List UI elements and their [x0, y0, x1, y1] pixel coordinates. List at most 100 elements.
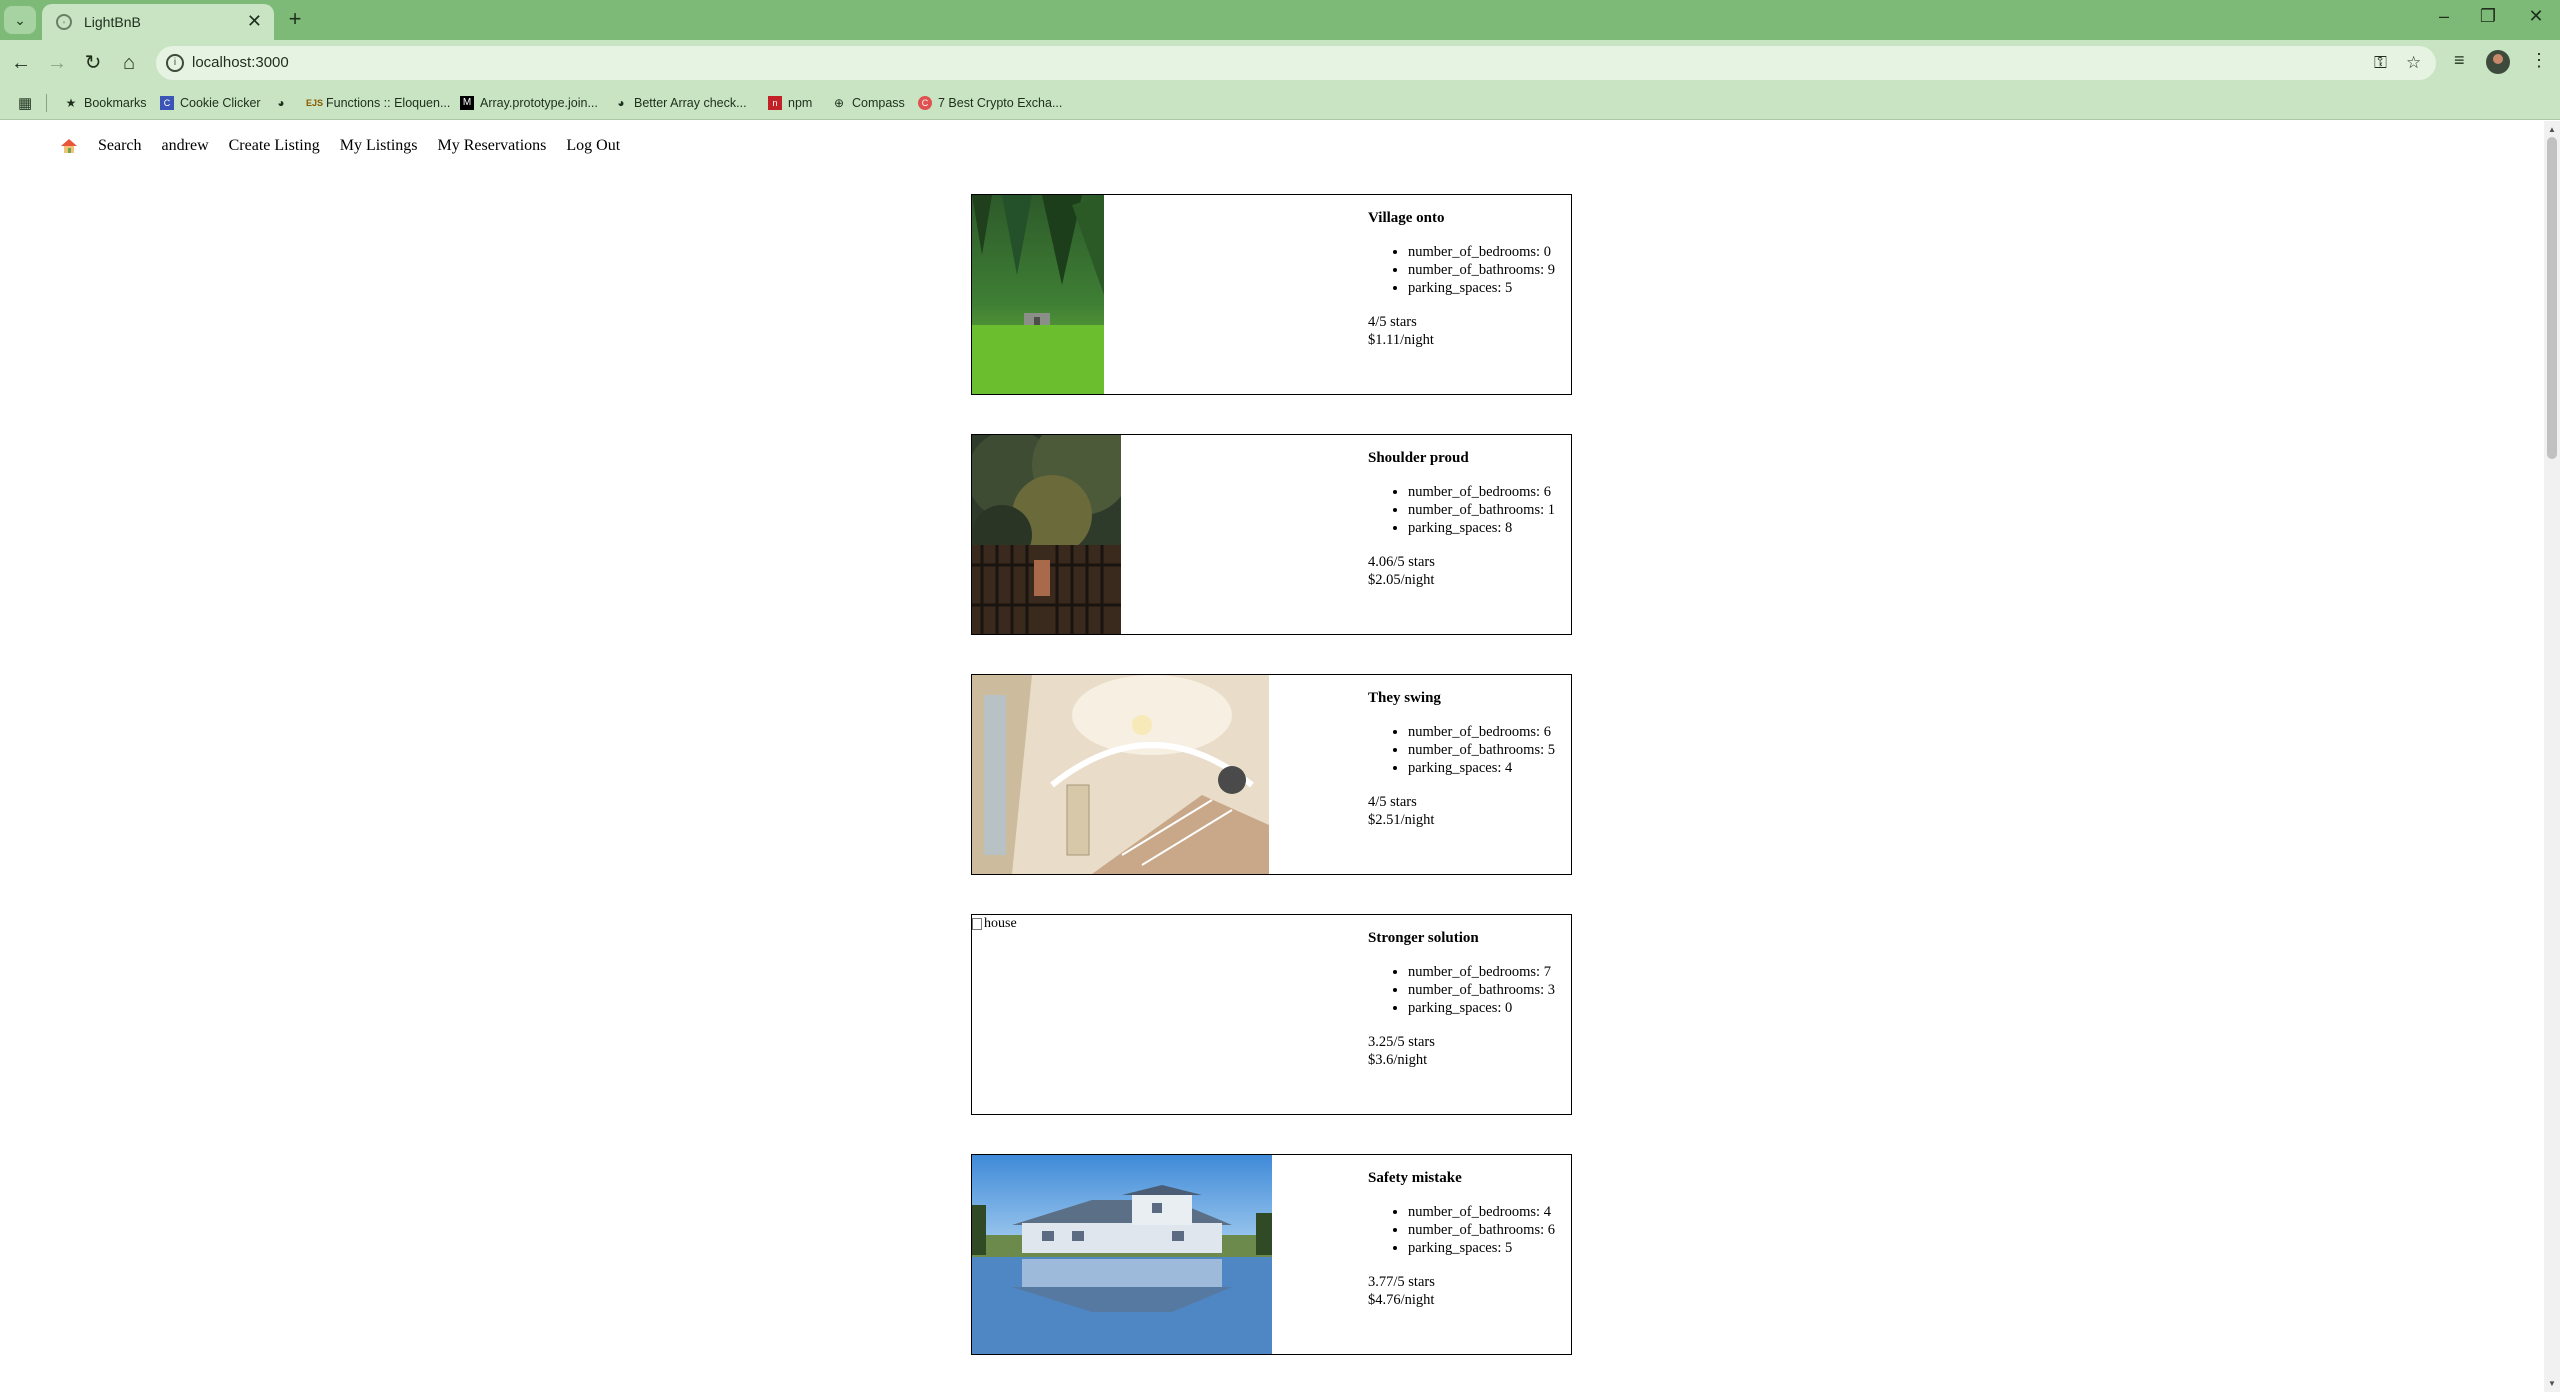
bookmark-item[interactable]: M Array.prototype.join...: [460, 92, 598, 114]
bathrooms-detail: number_of_bathrooms: 6: [1408, 1221, 1573, 1239]
bathrooms-detail: number_of_bathrooms: 3: [1408, 981, 1573, 999]
nav-log-out-link[interactable]: Log Out: [566, 137, 620, 155]
nav-user-link[interactable]: andrew: [162, 137, 209, 155]
cookie-clicker-favicon: C: [160, 96, 174, 110]
restore-button[interactable]: ❐: [2468, 6, 2508, 27]
site-info-icon[interactable]: i: [166, 54, 184, 72]
bedrooms-detail: number_of_bedrooms: 6: [1408, 483, 1573, 501]
bedrooms-detail: number_of_bedrooms: 0: [1408, 243, 1573, 261]
npm-favicon: n: [768, 96, 782, 110]
minimize-button[interactable]: –: [2424, 6, 2464, 27]
close-window-button[interactable]: ✕: [2516, 6, 2556, 27]
bookmarks-divider: [46, 94, 47, 112]
close-tab-icon[interactable]: ✕: [247, 11, 262, 32]
listing-card: Shoulder proud number_of_bedrooms: 6 num…: [971, 434, 1572, 635]
listing-title[interactable]: Shoulder proud: [1368, 449, 1573, 467]
forward-button[interactable]: →: [44, 50, 70, 76]
listing-price: $4.76/night: [1368, 1292, 1435, 1308]
broken-image: house: [972, 916, 1017, 932]
bookmark-item[interactable]: ◕: [274, 92, 294, 114]
media-controls-icon[interactable]: ≡: [2454, 50, 2465, 71]
listing-details: number_of_bedrooms: 6 number_of_bathroom…: [1408, 723, 1573, 777]
site-navigation: Search andrew Create Listing My Listings…: [60, 134, 640, 158]
profile-avatar[interactable]: [2486, 50, 2510, 74]
home-house-icon[interactable]: [60, 137, 78, 155]
listing-card: Safety mistake number_of_bedrooms: 4 num…: [971, 1154, 1572, 1355]
nav-my-listings-link[interactable]: My Listings: [340, 137, 418, 155]
tab-bar: ⌄ ◦ LightBnB ✕ + – ❐ ✕: [0, 0, 2560, 40]
nav-create-listing-link[interactable]: Create Listing: [229, 137, 320, 155]
scrollbar-thumb[interactable]: [2547, 137, 2557, 459]
globe-icon: ◕: [617, 96, 625, 110]
reload-button[interactable]: ↻: [80, 50, 106, 76]
listing-info: They swing number_of_bedrooms: 6 number_…: [1368, 689, 1573, 829]
web-page: Search andrew Create Listing My Listings…: [0, 121, 2544, 1392]
nav-my-reservations-link[interactable]: My Reservations: [438, 137, 547, 155]
parking-detail: parking_spaces: 5: [1408, 1239, 1573, 1257]
listing-image-forest-meadow: [972, 195, 1104, 394]
new-tab-button[interactable]: +: [282, 6, 308, 32]
tab-title: LightBnB: [84, 14, 141, 30]
address-bar[interactable]: i localhost:3000 ⚿ ☆: [156, 46, 2436, 80]
bookmark-star-icon[interactable]: ☆: [2406, 53, 2421, 73]
parking-detail: parking_spaces: 4: [1408, 759, 1573, 777]
home-button[interactable]: ⌂: [116, 50, 142, 76]
listing-price: $1.11/night: [1368, 332, 1434, 348]
parking-detail: parking_spaces: 5: [1408, 279, 1573, 297]
listing-price: $3.6/night: [1368, 1052, 1428, 1068]
listing-price: $2.51/night: [1368, 812, 1435, 828]
back-button[interactable]: ←: [8, 50, 34, 76]
compass-icon: ⊕: [833, 96, 845, 110]
globe-icon: ◕: [277, 96, 285, 110]
crypto-favicon: C: [918, 96, 932, 110]
bathrooms-detail: number_of_bathrooms: 1: [1408, 501, 1573, 519]
listing-title[interactable]: Safety mistake: [1368, 1169, 1573, 1187]
bookmark-item[interactable]: C7 Best Crypto Excha...: [918, 92, 1062, 114]
listing-details: number_of_bedrooms: 0 number_of_bathroom…: [1408, 243, 1573, 297]
bookmark-item[interactable]: n npm: [768, 92, 812, 114]
parking-detail: parking_spaces: 8: [1408, 519, 1573, 537]
listing-image-iron-gate-tree: [972, 435, 1121, 634]
scroll-down-arrow-icon[interactable]: ▼: [2548, 1379, 2556, 1388]
listing-details: number_of_bedrooms: 6 number_of_bathroom…: [1408, 483, 1573, 537]
listing-info: Shoulder proud number_of_bedrooms: 6 num…: [1368, 449, 1573, 589]
listing-rating: 3.25/5 stars: [1368, 1034, 1435, 1050]
bookmark-item[interactable]: ⊕ Compass: [832, 92, 905, 114]
scroll-up-arrow-icon[interactable]: ▲: [2548, 125, 2556, 134]
listing-image-spiral-staircase: [972, 675, 1269, 874]
tab-search-dropdown[interactable]: ⌄: [4, 6, 36, 34]
listing-info: Stronger solution number_of_bedrooms: 7 …: [1368, 929, 1573, 1069]
bedrooms-detail: number_of_bedrooms: 4: [1408, 1203, 1573, 1221]
listing-title[interactable]: Stronger solution: [1368, 929, 1573, 947]
bookmark-item[interactable]: ◕ Better Array check...: [614, 92, 746, 114]
nav-search-link[interactable]: Search: [98, 137, 142, 155]
listing-info: Safety mistake number_of_bedrooms: 4 num…: [1368, 1169, 1573, 1309]
listing-title[interactable]: They swing: [1368, 689, 1573, 707]
mdn-favicon: M: [460, 96, 474, 110]
bathrooms-detail: number_of_bathrooms: 5: [1408, 741, 1573, 759]
bookmarks-bar: ▦ ★ Bookmarks C Cookie Clicker ◕ EJS Functi…: [0, 86, 2560, 120]
apps-grid-icon[interactable]: ▦: [18, 94, 32, 112]
url-text: localhost:3000: [192, 54, 289, 71]
listing-rating: 4.06/5 stars: [1368, 554, 1435, 570]
password-key-icon[interactable]: ⚿: [2374, 53, 2387, 73]
listing-details: number_of_bedrooms: 4 number_of_bathroom…: [1408, 1203, 1573, 1257]
image-alt-text: house: [984, 916, 1017, 931]
bathrooms-detail: number_of_bathrooms: 9: [1408, 261, 1573, 279]
listing-rating: 3.77/5 stars: [1368, 1274, 1435, 1290]
broken-image-icon: [972, 918, 982, 930]
bookmark-item[interactable]: ★ Bookmarks: [64, 92, 147, 114]
page-scrollbar[interactable]: ▲ ▼: [2544, 121, 2560, 1392]
listing-rating: 4/5 stars: [1368, 794, 1417, 810]
browser-menu-icon[interactable]: ⋮: [2530, 50, 2548, 71]
listing-card: house Stronger solution number_of_bedroo…: [971, 914, 1572, 1115]
bookmark-item[interactable]: EJS Functions :: Eloquen...: [306, 92, 450, 114]
listing-title[interactable]: Village onto: [1368, 209, 1573, 227]
listing-price: $2.05/night: [1368, 572, 1435, 588]
bookmark-item[interactable]: C Cookie Clicker: [160, 92, 261, 114]
listing-info: Village onto number_of_bedrooms: 0 numbe…: [1368, 209, 1573, 349]
listing-rating: 4/5 stars: [1368, 314, 1417, 330]
listing-card: They swing number_of_bedrooms: 6 number_…: [971, 674, 1572, 875]
active-tab[interactable]: ◦ LightBnB ✕: [42, 4, 274, 40]
browser-toolbar: ← → ↻ ⌂ i localhost:3000 ⚿ ☆ ≡ ⋮: [0, 40, 2560, 86]
